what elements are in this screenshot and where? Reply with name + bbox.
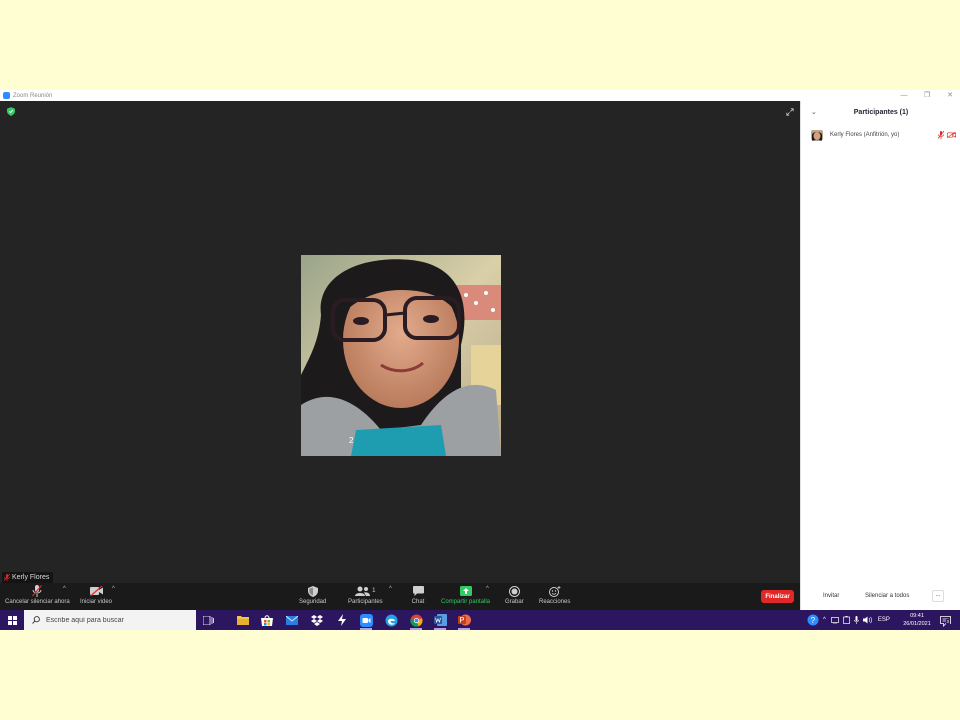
zoom-app-icon [3, 92, 10, 99]
volume-icon[interactable] [862, 616, 872, 624]
maximize-button[interactable]: ❐ [923, 90, 931, 101]
start-video-label: Iniciar video [80, 599, 113, 605]
share-screen-button[interactable]: Compartir pantalla [441, 585, 490, 605]
power-automate-icon[interactable] [335, 613, 349, 627]
close-button[interactable]: ✕ [946, 90, 954, 101]
chat-bubble-icon [412, 586, 424, 596]
chat-button[interactable]: Chat [411, 585, 425, 605]
network-icon[interactable] [830, 616, 839, 624]
taskbar-clock[interactable]: 09:41 26/01/2021 [898, 612, 936, 628]
window-controls: — ❐ ✕ [900, 90, 954, 101]
participant-row-name: Kerly Flores (Anfitrión, yo) [830, 132, 900, 138]
shield-icon[interactable] [7, 107, 15, 116]
panel-header: Participantes (1) ⌄ [801, 107, 960, 119]
share-options-caret[interactable]: ^ [486, 586, 489, 592]
language-indicator[interactable]: ESP [878, 617, 890, 623]
screen: Zoom Reunión — ❐ ✕ 2 Kerly Flores Cancel… [0, 90, 960, 630]
window-title: Zoom Reunión [13, 92, 53, 99]
zoom-taskbar-icon[interactable] [359, 613, 373, 630]
windows-taskbar: ? ^ ESP 09:41 26/01/2021 3 [0, 610, 960, 630]
invite-button[interactable]: Invitar [823, 590, 839, 602]
participant-video-off-icon[interactable] [947, 132, 956, 138]
taskbar-search[interactable] [24, 610, 196, 630]
title-bar: Zoom Reunión — ❐ ✕ [0, 90, 960, 101]
share-screen-icon [459, 586, 472, 596]
end-meeting-button[interactable]: Finalizar [761, 590, 794, 603]
unmute-button[interactable]: Cancelar silenciar ahora [5, 585, 70, 605]
task-view-icon[interactable] [201, 613, 215, 627]
security-label: Seguridad [299, 599, 327, 605]
start-video-button[interactable]: Iniciar video [80, 585, 112, 605]
participant-muted-mic-icon[interactable] [938, 131, 944, 139]
clock-date: 26/01/2021 [903, 621, 931, 627]
edge-icon[interactable] [384, 613, 398, 627]
svg-text:?: ? [811, 616, 816, 625]
participants-button[interactable]: 1 Participantes [348, 585, 383, 605]
clock-time: 09:41 [910, 613, 924, 619]
participants-label: Participantes [348, 599, 383, 605]
microphone-icon[interactable] [853, 616, 859, 624]
minimize-button[interactable]: — [900, 90, 908, 101]
participants-count: 1 [372, 588, 376, 594]
security-button[interactable]: Seguridad [299, 585, 326, 605]
powerpoint-icon[interactable] [457, 613, 471, 630]
start-button[interactable] [0, 610, 24, 630]
participant-row[interactable]: Kerly Flores (Anfitrión, yo) [801, 128, 960, 142]
unmute-label: Cancelar silenciar ahora [5, 599, 70, 605]
participant-name: Kerly Flores [12, 574, 50, 581]
windows-logo-icon [7, 615, 17, 625]
collapse-chevron-icon[interactable]: ⌄ [811, 108, 817, 116]
chat-label: Chat [411, 599, 425, 605]
participant-profile-photo: 2 [301, 255, 501, 456]
video-area: 2 Kerly Flores [0, 101, 800, 583]
search-input[interactable] [46, 616, 186, 624]
participants-options-caret[interactable]: ^ [389, 586, 392, 592]
record-button[interactable]: Grabar [505, 585, 524, 605]
file-explorer-icon[interactable] [236, 613, 250, 627]
panel-title: Participantes (1) [853, 109, 909, 116]
more-options-button[interactable]: ... [932, 590, 944, 602]
record-icon [508, 585, 520, 597]
participant-avatar [811, 129, 823, 141]
system-tray: ? ^ ESP [807, 610, 890, 630]
svg-text:2: 2 [349, 436, 354, 445]
fullscreen-icon[interactable] [786, 108, 794, 116]
reactions-emoji-icon [548, 585, 561, 597]
video-options-caret[interactable]: ^ [112, 586, 115, 592]
reactions-button[interactable]: Reacciones [539, 585, 570, 605]
meeting-toolbar: Cancelar silenciar ahora ^ Iniciar video… [0, 583, 800, 610]
mute-all-button[interactable]: Silenciar a todos [865, 590, 909, 602]
notification-count: 3 [946, 619, 950, 624]
panel-footer: Invitar Silenciar a todos ... [801, 590, 960, 602]
search-icon [32, 616, 40, 624]
help-icon[interactable]: ? [807, 614, 819, 626]
dropbox-icon[interactable] [310, 613, 324, 627]
reactions-label: Reacciones [539, 599, 571, 605]
battery-icon[interactable] [842, 616, 850, 624]
chrome-icon[interactable] [409, 613, 423, 630]
microsoft-store-icon[interactable] [260, 613, 274, 627]
notifications-button[interactable]: 3 [940, 614, 951, 627]
record-label: Grabar [505, 599, 524, 605]
participants-icon [355, 586, 371, 596]
share-screen-label: Compartir pantalla [441, 599, 491, 605]
participants-panel: Participantes (1) ⌄ Kerly Flores (Anfitr… [800, 101, 960, 610]
muted-mic-icon [32, 585, 43, 597]
participant-name-tag: Kerly Flores [2, 572, 54, 583]
tray-overflow-chevron-icon[interactable]: ^ [823, 617, 826, 623]
muted-mic-icon [4, 574, 10, 581]
security-shield-icon [307, 585, 318, 597]
mail-icon[interactable] [285, 613, 299, 627]
video-off-icon [89, 586, 103, 596]
audio-options-caret[interactable]: ^ [63, 586, 66, 592]
word-icon[interactable] [433, 613, 447, 630]
